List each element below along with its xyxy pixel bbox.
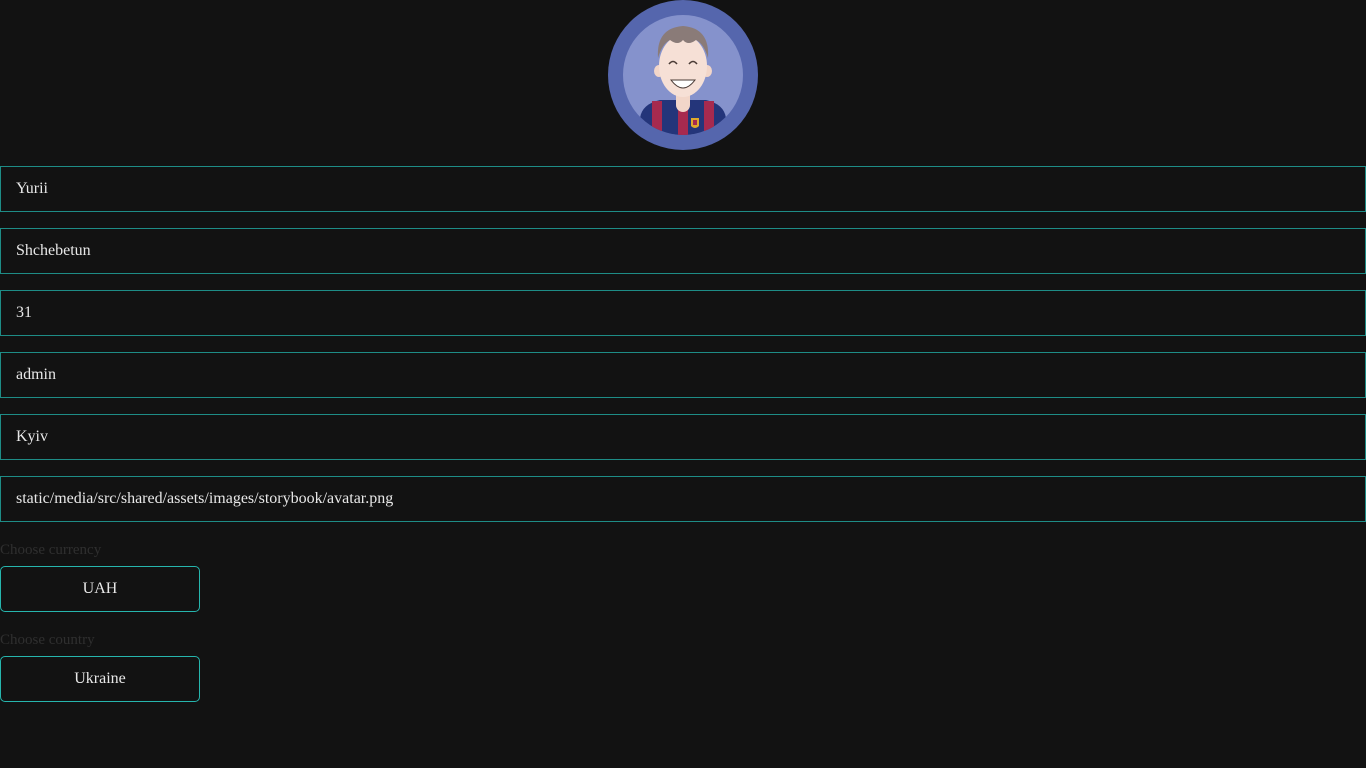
currency-select[interactable]: UAH bbox=[0, 566, 200, 612]
last-name-input[interactable] bbox=[0, 228, 1366, 274]
avatar-image bbox=[608, 0, 758, 150]
profile-page: Choose currency UAH Choose country Ukrai… bbox=[0, 0, 1366, 768]
country-label: Choose country bbox=[0, 632, 95, 648]
first-name-input[interactable] bbox=[0, 166, 1366, 212]
country-select[interactable]: Ukraine bbox=[0, 656, 200, 702]
city-input[interactable] bbox=[0, 414, 1366, 460]
avatar-url-input[interactable] bbox=[0, 476, 1366, 522]
username-input[interactable] bbox=[0, 352, 1366, 398]
age-input[interactable] bbox=[0, 290, 1366, 336]
avatar bbox=[608, 0, 758, 150]
currency-label: Choose currency bbox=[0, 542, 102, 558]
